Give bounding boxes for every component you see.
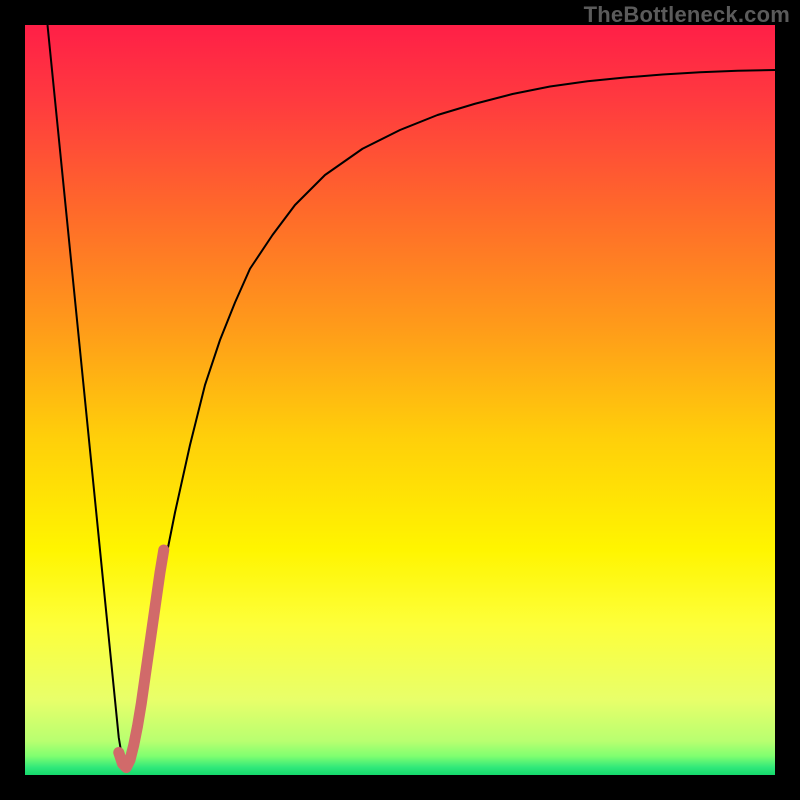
chart-frame: TheBottleneck.com <box>0 0 800 800</box>
chart-svg <box>25 25 775 775</box>
plot-area <box>25 25 775 775</box>
gradient-background <box>25 25 775 775</box>
